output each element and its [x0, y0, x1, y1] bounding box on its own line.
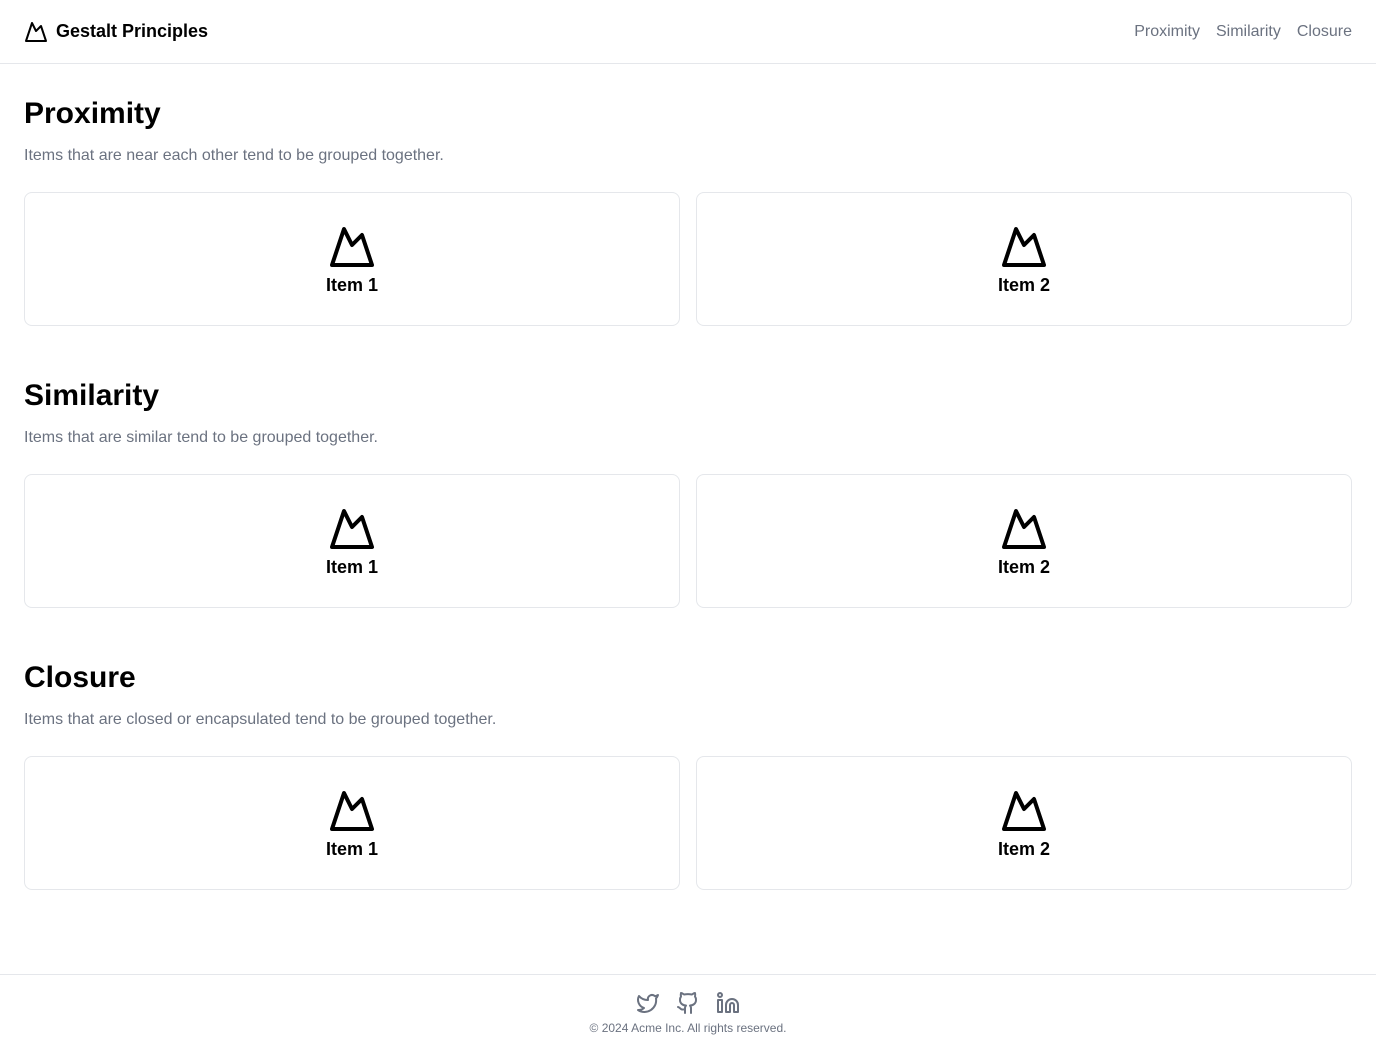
nav-closure[interactable]: Closure [1297, 23, 1352, 41]
item-card: Item 1 [24, 192, 680, 326]
site-footer: © 2024 Acme Inc. All rights reserved. [0, 974, 1376, 1055]
item-card: Item 2 [696, 192, 1352, 326]
nav-proximity[interactable]: Proximity [1134, 23, 1200, 41]
item-label: Item 1 [325, 838, 379, 859]
twitter-icon[interactable] [636, 991, 660, 1015]
section-closure: Closure Items that are closed or encapsu… [24, 660, 1352, 942]
site-title: Gestalt Principles [56, 21, 209, 41]
main-nav: Proximity Similarity Closure [1134, 23, 1352, 41]
item-card: Item 2 [696, 756, 1352, 890]
item-label: Item 1 [325, 274, 379, 295]
section-title: Closure [24, 661, 136, 694]
section-similarity: Similarity Items that are similar tend t… [24, 378, 1352, 660]
mountain-icon [330, 790, 374, 831]
mountain-icon [1002, 226, 1046, 267]
section-description: Items that are similar tend to be groupe… [24, 429, 378, 446]
brand-link[interactable]: Gestalt Principles [24, 20, 208, 44]
mountain-icon [25, 21, 47, 42]
section-description: Items that are near each other tend to b… [24, 147, 444, 164]
mountain-icon [330, 508, 374, 549]
item-label: Item 2 [997, 838, 1051, 859]
mountain-icon [330, 226, 374, 267]
item-label: Item 1 [325, 556, 379, 577]
item-card: Item 1 [24, 474, 680, 608]
section-title: Similarity [24, 379, 160, 412]
item-label: Item 2 [997, 556, 1051, 577]
section-title: Proximity [24, 97, 161, 130]
item-card: Item 1 [24, 756, 680, 890]
copyright: © 2024 Acme Inc. All rights reserved. [589, 1021, 787, 1035]
item-label: Item 2 [997, 274, 1051, 295]
item-card: Item 2 [696, 474, 1352, 608]
section-proximity: Proximity Items that are near each other… [24, 96, 1352, 378]
site-header: Gestalt Principles Proximity Similarity … [0, 0, 1376, 64]
github-icon[interactable] [676, 991, 700, 1015]
linkedin-icon[interactable] [716, 991, 740, 1015]
mountain-icon [1002, 508, 1046, 549]
section-description: Items that are closed or encapsulated te… [24, 711, 497, 728]
mountain-icon [1002, 790, 1046, 831]
nav-similarity[interactable]: Similarity [1216, 23, 1281, 41]
